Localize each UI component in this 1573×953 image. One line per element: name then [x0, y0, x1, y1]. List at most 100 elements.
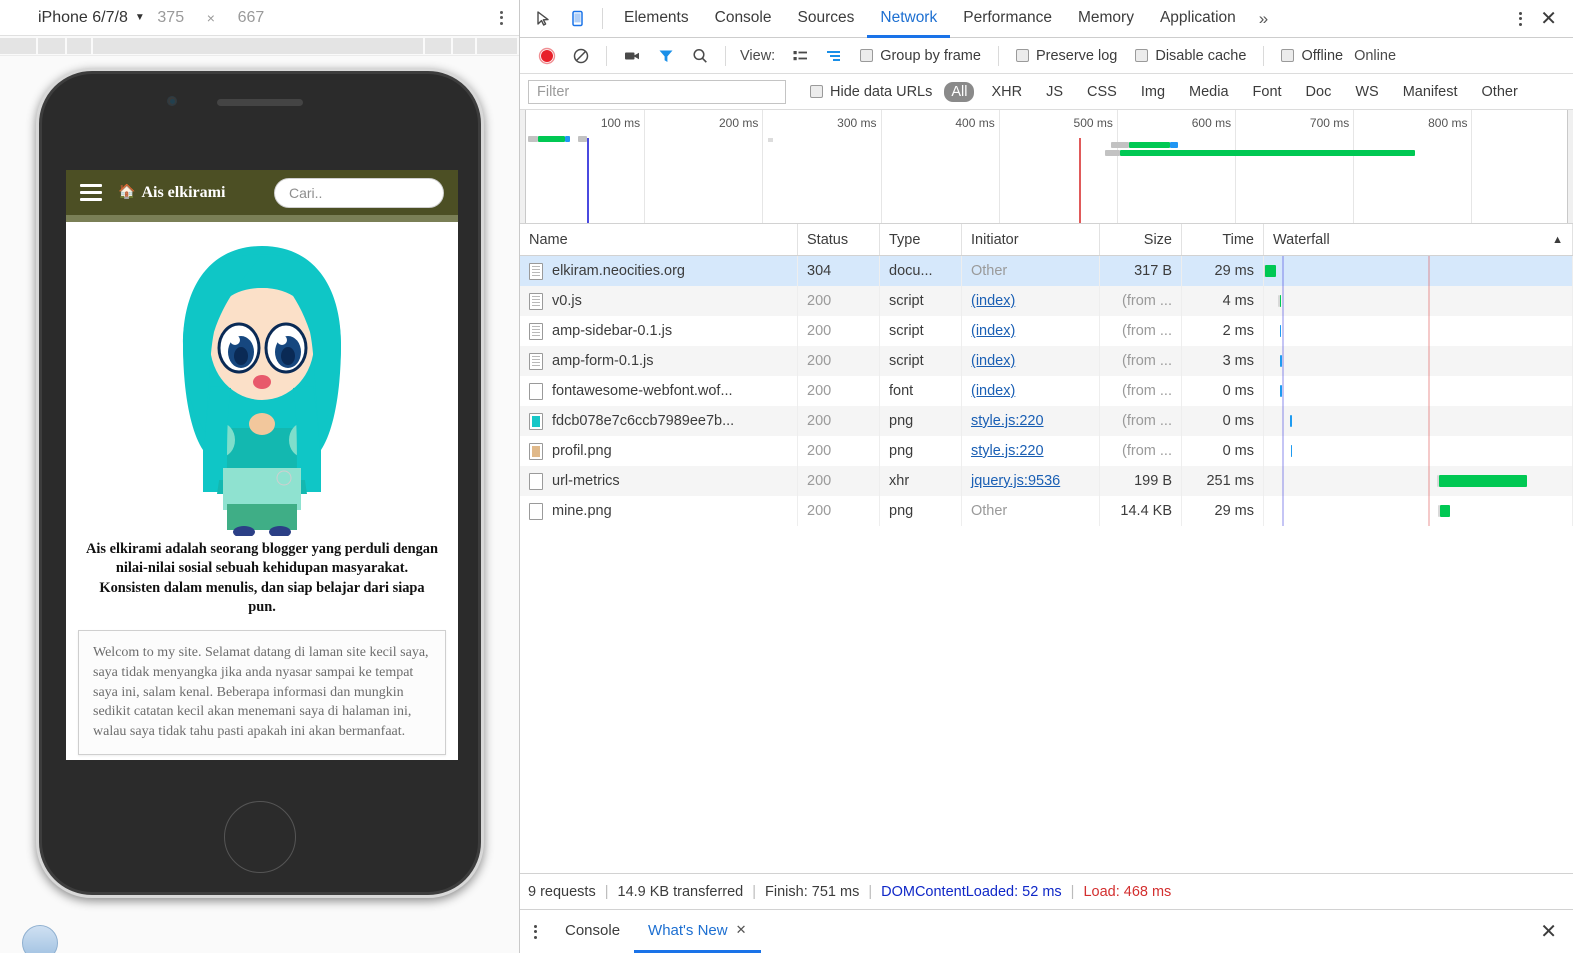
column-header-type[interactable]: Type — [880, 224, 962, 255]
cell-initiator[interactable]: (index) — [962, 316, 1100, 346]
network-overview-timeline[interactable]: 100 ms 200 ms 300 ms 400 ms 500 ms 600 ms 700 … — [520, 110, 1573, 224]
cell-initiator[interactable]: style.js:220 — [962, 436, 1100, 466]
site-brand[interactable]: 🏠 Ais elkirami — [118, 184, 225, 202]
toolbar-divider — [602, 8, 603, 29]
type-filter-css[interactable]: CSS — [1080, 82, 1124, 102]
device-width-input[interactable]: 375 — [145, 9, 197, 27]
column-header-name[interactable]: Name — [520, 224, 798, 255]
drawer-menu-kebab-icon[interactable] — [520, 910, 551, 953]
table-row[interactable]: v0.js 200 script (index) (from ... 4 ms — [520, 286, 1573, 316]
tab-performance[interactable]: Performance — [950, 0, 1065, 38]
tab-elements[interactable]: Elements — [611, 0, 702, 38]
inspect-cursor-icon[interactable] — [526, 0, 560, 37]
close-icon[interactable]: ✕ — [1534, 6, 1573, 31]
tab-sources[interactable]: Sources — [785, 0, 868, 38]
magnifier-icon[interactable] — [683, 38, 717, 73]
close-icon[interactable]: ✕ — [736, 922, 747, 938]
column-header-waterfall[interactable]: Waterfall ▲ — [1264, 224, 1573, 255]
overview-left-handle[interactable] — [520, 110, 526, 223]
table-row[interactable]: profil.png 200 png style.js:220 (from ... 0 m… — [520, 436, 1573, 466]
column-header-initiator[interactable]: Initiator — [962, 224, 1100, 255]
initiator-link[interactable]: style.js:220 — [971, 413, 1044, 429]
table-row[interactable]: mine.png 200 png Other 14.4 KB 29 ms — [520, 496, 1573, 526]
device-options-kebab-icon[interactable] — [494, 5, 509, 31]
record-circle-icon[interactable] — [530, 38, 564, 73]
device-height-input[interactable]: 667 — [225, 9, 277, 27]
camera-icon[interactable] — [615, 38, 649, 73]
initiator-link[interactable]: (index) — [971, 383, 1015, 399]
group-by-frame-checkbox[interactable]: Group by frame — [860, 48, 981, 64]
column-header-status[interactable]: Status — [798, 224, 880, 255]
initiator-link[interactable]: (index) — [971, 323, 1015, 339]
type-filter-font[interactable]: Font — [1246, 82, 1289, 102]
cell-initiator[interactable]: style.js:220 — [962, 406, 1100, 436]
tab-network[interactable]: Network — [867, 0, 951, 38]
cell-time: 0 ms — [1182, 436, 1264, 466]
sort-ascending-icon: ▲ — [1552, 233, 1563, 246]
cell-initiator[interactable]: (index) — [962, 286, 1100, 316]
table-row[interactable]: fdcb078e7c6ccb7989ee7b... 200 png style.js:… — [520, 406, 1573, 436]
cell-status: 200 — [798, 346, 880, 376]
cell-status: 200 — [798, 286, 880, 316]
devtools-settings-kebab-icon[interactable] — [1507, 11, 1534, 26]
cell-initiator[interactable]: jquery.js:9536 — [962, 466, 1100, 496]
drawer-tab-console[interactable]: Console — [551, 910, 634, 953]
waterfall-bar — [1279, 295, 1282, 307]
overview-gridline — [1353, 110, 1355, 223]
filter-input[interactable]: Filter — [528, 79, 786, 104]
cell-size: (from ... — [1100, 436, 1182, 466]
tab-application[interactable]: Application — [1147, 0, 1249, 38]
type-filter-doc[interactable]: Doc — [1299, 82, 1339, 102]
table-row[interactable]: fontawesome-webfont.wof... 200 font (index)… — [520, 376, 1573, 406]
offline-checkbox[interactable]: Offline — [1281, 48, 1343, 64]
group-by-frame-label: Group by frame — [880, 47, 981, 64]
type-filter-ws[interactable]: WS — [1348, 82, 1385, 102]
waterfall-view-icon[interactable] — [817, 38, 851, 73]
type-filter-media[interactable]: Media — [1182, 82, 1236, 102]
overview-right-handle[interactable] — [1567, 110, 1573, 223]
type-filter-other[interactable]: Other — [1475, 82, 1525, 102]
hamburger-icon[interactable] — [80, 184, 102, 201]
site-search-input[interactable]: Cari.. — [274, 177, 444, 208]
overview-gridline — [1471, 110, 1473, 223]
tab-memory[interactable]: Memory — [1065, 0, 1147, 38]
drawer-tab-whats-new[interactable]: What's New ✕ — [634, 910, 761, 953]
type-filter-xhr[interactable]: XHR — [984, 82, 1029, 102]
column-header-size[interactable]: Size — [1100, 224, 1182, 255]
summary-finish: Finish: 751 ms — [765, 883, 860, 900]
initiator-link[interactable]: (index) — [971, 293, 1015, 309]
initiator-link[interactable]: (index) — [971, 353, 1015, 369]
cell-status: 200 — [798, 376, 880, 406]
clear-prohibited-icon[interactable] — [564, 38, 598, 73]
table-row[interactable]: amp-form-0.1.js 200 script (index) (from ...… — [520, 346, 1573, 376]
phone-home-button[interactable] — [224, 801, 296, 873]
initiator-link[interactable]: style.js:220 — [971, 443, 1044, 459]
type-filter-img[interactable]: Img — [1134, 82, 1172, 102]
cell-initiator[interactable]: (index) — [962, 376, 1100, 406]
device-select[interactable]: iPhone 6/7/8 ▼ — [38, 9, 145, 27]
hide-data-urls-checkbox[interactable]: Hide data URLs — [810, 84, 932, 100]
online-throttling-select[interactable]: Online — [1354, 48, 1396, 64]
inspect-badge-icon[interactable] — [22, 925, 58, 953]
type-filter-js[interactable]: JS — [1039, 82, 1070, 102]
disable-cache-checkbox[interactable]: Disable cache — [1135, 48, 1246, 64]
type-filter-all[interactable]: All — [944, 81, 975, 102]
cell-initiator[interactable]: (index) — [962, 346, 1100, 376]
table-row[interactable]: url-metrics 200 xhr jquery.js:9536 199 B 251 … — [520, 466, 1573, 496]
funnel-icon[interactable] — [649, 38, 683, 73]
cell-waterfall — [1264, 466, 1573, 496]
table-row[interactable]: elkiram.neocities.org 304 docu... Other 317 … — [520, 256, 1573, 286]
table-row[interactable]: amp-sidebar-0.1.js 200 script (index) (from … — [520, 316, 1573, 346]
tab-console[interactable]: Console — [702, 0, 785, 38]
app-root: iPhone 6/7/8 ▼ 375 × 667 🏠 Ais elkirami … — [0, 0, 1573, 953]
list-view-icon[interactable] — [783, 38, 817, 73]
preserve-log-checkbox[interactable]: Preserve log — [1015, 48, 1117, 64]
column-header-time[interactable]: Time — [1182, 224, 1264, 255]
cell-size: (from ... — [1100, 406, 1182, 436]
phone-screen[interactable]: 🏠 Ais elkirami Cari.. Ais elkirami adala… — [66, 170, 458, 760]
more-tabs-icon[interactable]: » — [1249, 0, 1278, 37]
initiator-link[interactable]: jquery.js:9536 — [971, 473, 1060, 489]
device-toggle-icon[interactable] — [560, 0, 594, 37]
type-filter-manifest[interactable]: Manifest — [1396, 82, 1465, 102]
drawer-close-icon[interactable]: ✕ — [1524, 910, 1573, 953]
